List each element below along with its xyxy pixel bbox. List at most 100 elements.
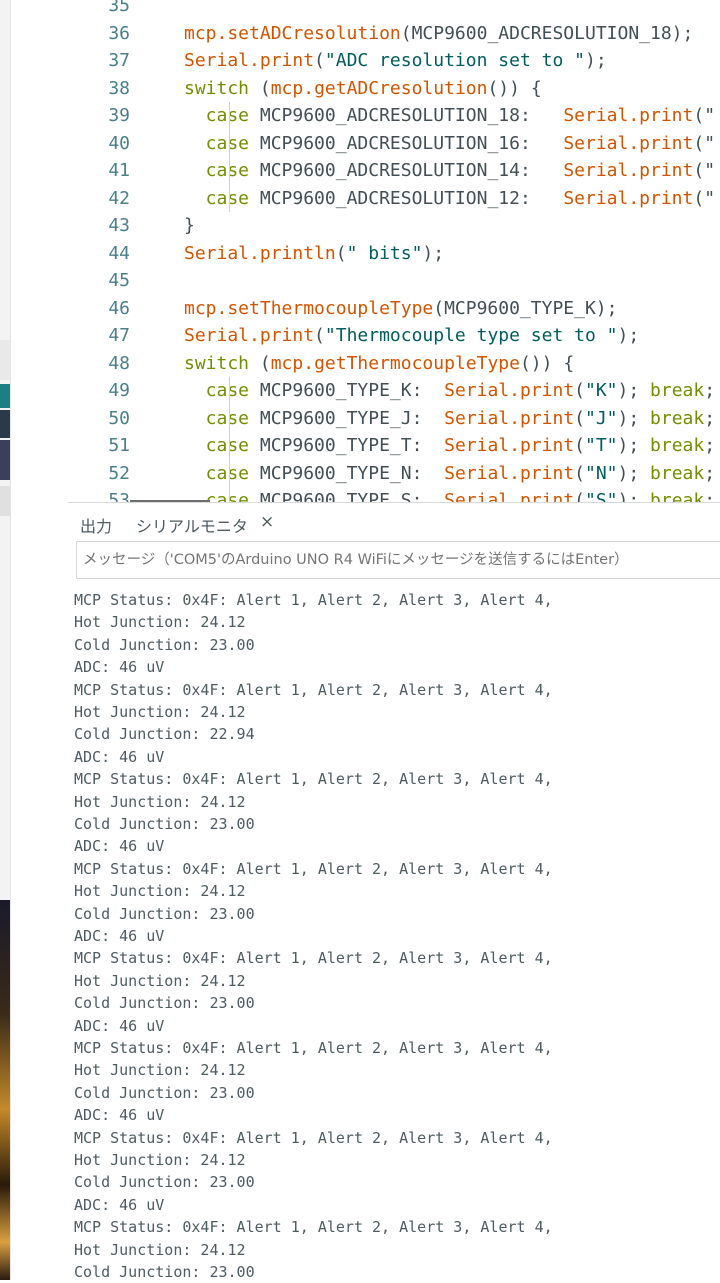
- serial-output-line: MCP Status: 0x4F: Alert 1, Alert 2, Aler…: [74, 591, 553, 609]
- code-token: mcp.setThermocoupleType: [184, 297, 434, 319]
- code-token: Serial.print: [444, 380, 575, 401]
- background-window-strip: [0, 0, 10, 1280]
- serial-output-line: ADC: 46 uV: [74, 1195, 165, 1214]
- panel-tabs: 出力 シリアルモニタ ×: [68, 503, 720, 543]
- code-text: case MCP9600_ADCRESOLUTION_12: Serial.pr…: [184, 185, 715, 213]
- line-number: 46: [108, 297, 130, 319]
- code-token: break: [650, 435, 705, 456]
- code-line[interactable]: 38 switch (mcp.getADCresolution()) {: [68, 75, 720, 103]
- code-line[interactable]: 51 case MCP9600_TYPE_T: Serial.print("T"…: [68, 432, 720, 460]
- code-token: (: [335, 242, 347, 264]
- code-token: Serial.print: [563, 187, 694, 209]
- code-token: (: [574, 490, 585, 502]
- code-token: Serial.print: [444, 462, 575, 484]
- serial-output-line: Hot Junction: 24.12: [74, 1151, 246, 1169]
- serial-output-line: ADC: 46 uV: [74, 1106, 165, 1125]
- code-token: ;: [704, 490, 716, 502]
- code-token: );: [422, 242, 445, 264]
- serial-output-line: ADC: 46 uV: [74, 747, 165, 766]
- code-token: MCP9600_ADCRESOLUTION_18:: [249, 105, 564, 126]
- code-editor[interactable]: 35 36 mcp.setADCresolution(MCP9600_ADCRESO…: [68, 0, 720, 502]
- code-token: case: [184, 435, 250, 456]
- code-token: " bits": [346, 242, 423, 264]
- code-token: );: [617, 325, 640, 346]
- tab-output[interactable]: 出力: [80, 513, 112, 537]
- indent-guide: [229, 432, 230, 460]
- code-line[interactable]: 46 mcp.setThermocoupleType(MCP9600_TYPE_K…: [68, 295, 720, 323]
- code-token: (: [314, 325, 325, 346]
- indent-guide: [229, 377, 230, 405]
- indent-guide: [229, 129, 230, 157]
- serial-output-line: Cold Junction: 23.00: [74, 1083, 255, 1102]
- code-token: );: [617, 462, 651, 484]
- serial-output-line: MCP Status: 0x4F: Alert 1, Alert 2, Aler…: [74, 680, 553, 699]
- code-token: case: [184, 187, 250, 209]
- code-line[interactable]: 45: [68, 267, 720, 295]
- code-token: (MCP9600_TYPE_K);: [433, 297, 618, 319]
- code-token: ()) {: [487, 77, 542, 99]
- line-number: 36: [108, 22, 130, 44]
- code-token: Serial.print: [563, 160, 694, 181]
- code-token: switch: [184, 77, 250, 99]
- indent-guide: [229, 184, 230, 212]
- serial-output-line: Hot Junction: 24.12: [74, 971, 246, 990]
- serial-output-line: MCP Status: 0x4F: Alert 1, Alert 2, Aler…: [74, 770, 553, 789]
- code-token: case: [184, 132, 250, 154]
- code-line[interactable]: 47 Serial.print("Thermocouple type set to…: [68, 322, 720, 350]
- code-token: MCP9600_TYPE_T:: [249, 435, 445, 456]
- code-line[interactable]: 37 Serial.print("ADC resolution set to ")…: [68, 47, 720, 75]
- code-token: case: [184, 380, 250, 401]
- editor-gutter-background: [10, 0, 69, 1280]
- background-window-segment: [0, 410, 10, 438]
- code-line[interactable]: 41 case MCP9600_ADCRESOLUTION_14: Serial…: [68, 157, 720, 185]
- panel-resize-handle[interactable]: [130, 500, 210, 502]
- background-window-segment: [0, 384, 10, 408]
- line-number: 41: [108, 160, 130, 181]
- code-token: break: [650, 380, 705, 401]
- code-line[interactable]: 44 Serial.println(" bits");: [68, 240, 720, 268]
- serial-output-line: ADC: 46 uV: [74, 658, 165, 677]
- code-line[interactable]: 43}: [68, 212, 720, 240]
- close-icon[interactable]: ×: [260, 512, 274, 532]
- code-text: case MCP9600_ADCRESOLUTION_18: Serial.pr…: [184, 102, 715, 130]
- code-token: );: [617, 435, 651, 456]
- indent-guide: [229, 487, 230, 502]
- code-line[interactable]: 49 case MCP9600_TYPE_K: Serial.print("K"…: [68, 377, 720, 405]
- code-token: ;: [704, 435, 716, 456]
- code-line[interactable]: 36 mcp.setADCresolution(MCP9600_ADCRESOLU…: [68, 20, 720, 48]
- code-line[interactable]: 48 switch (mcp.getThermocoupleType()) {: [68, 350, 720, 378]
- line-number: 53: [108, 490, 130, 502]
- code-token: (": [693, 132, 716, 154]
- code-token: Serial.print: [184, 50, 315, 71]
- code-text: mcp.setThermocoupleType(MCP9600_TYPE_K);: [184, 295, 617, 323]
- code-token: );: [617, 407, 651, 429]
- code-line[interactable]: 39 case MCP9600_ADCRESOLUTION_18: Serial…: [68, 102, 720, 130]
- tab-serial-monitor[interactable]: シリアルモニタ: [136, 513, 248, 537]
- serial-output-line: ADC: 46 uV: [74, 837, 165, 856]
- code-token: Serial.print: [563, 132, 694, 154]
- code-token: case: [184, 105, 250, 126]
- code-token: (: [249, 77, 271, 99]
- code-token: "ADC resolution set to ": [324, 50, 585, 71]
- code-token: MCP9600_ADCRESOLUTION_16:: [249, 132, 564, 154]
- serial-output-line: Hot Junction: 24.12: [74, 792, 246, 811]
- code-token: case: [184, 160, 250, 181]
- code-line[interactable]: 42 case MCP9600_ADCRESOLUTION_12: Serial…: [68, 185, 720, 213]
- code-token: );: [584, 50, 607, 71]
- code-token: );: [617, 380, 651, 401]
- code-text: case MCP9600_TYPE_T: Serial.print("T"); …: [184, 432, 715, 460]
- code-token: ()) {: [519, 352, 575, 374]
- code-token: break: [650, 462, 705, 484]
- line-number: 50: [108, 407, 130, 429]
- code-line[interactable]: 52 case MCP9600_TYPE_N: Serial.print("N"…: [68, 460, 720, 488]
- line-number: 39: [108, 105, 130, 126]
- code-line[interactable]: 50 case MCP9600_TYPE_J: Serial.print("J"…: [68, 405, 720, 433]
- serial-output-line: Cold Junction: 23.00: [74, 635, 255, 654]
- serial-output-line: Cold Junction: 23.00: [74, 815, 255, 833]
- indent-guide: [229, 102, 230, 130]
- serial-message-input[interactable]: [76, 541, 720, 579]
- code-line[interactable]: 40 case MCP9600_ADCRESOLUTION_16: Serial…: [68, 130, 720, 158]
- code-token: "Thermocouple type set to ": [324, 325, 618, 346]
- serial-output-line: MCP Status: 0x4F: Alert 1, Alert 2, Aler…: [74, 1039, 553, 1057]
- code-line[interactable]: 35: [68, 0, 720, 20]
